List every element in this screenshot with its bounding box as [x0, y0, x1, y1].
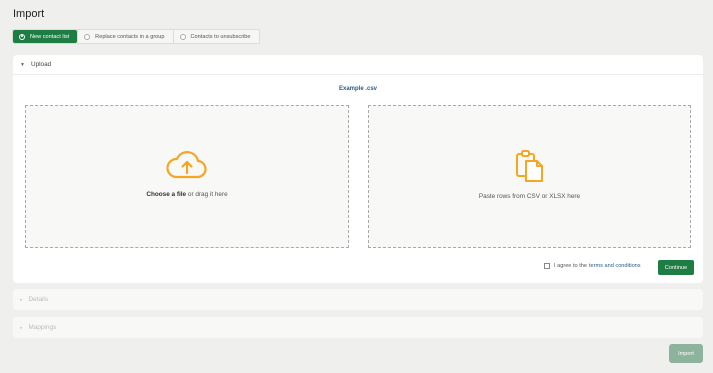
- tab-new-contact-list[interactable]: New contact list: [13, 30, 78, 43]
- agree-prefix: I agree to the: [554, 263, 587, 269]
- paste-drop-zone[interactable]: Paste rows from CSV or XLSX here: [368, 105, 691, 248]
- drag-hint: or drag it here: [186, 191, 228, 198]
- mappings-header-label: Mappings: [28, 324, 57, 331]
- cloud-upload-icon: [166, 151, 207, 179]
- caret-right-icon: ▸: [20, 324, 23, 331]
- tab-label: Replace contacts in a group: [95, 33, 165, 40]
- terms-link[interactable]: terms and conditions: [589, 263, 641, 269]
- import-button[interactable]: Import: [669, 344, 703, 363]
- details-panel-header[interactable]: ▸ Details: [13, 289, 703, 310]
- terms-agreement: I agree to the terms and conditions: [544, 263, 641, 269]
- upload-header-label: Upload: [30, 61, 52, 68]
- radio-icon: [84, 33, 91, 40]
- caret-down-icon: ▼: [20, 61, 25, 68]
- file-drop-zone[interactable]: Choose a file or drag it here: [25, 105, 349, 248]
- paste-drop-text: Paste rows from CSV or XLSX here: [478, 193, 581, 200]
- upload-panel-header[interactable]: ▼ Upload: [13, 55, 703, 75]
- tab-label: Contacts to unsubscribe: [190, 33, 251, 40]
- terms-checkbox[interactable]: [544, 263, 550, 269]
- example-csv-link[interactable]: Example .csv: [13, 86, 703, 92]
- page-title: Import: [13, 8, 45, 20]
- import-type-tabs: New contact list Replace contacts in a g…: [12, 29, 260, 44]
- tab-unsubscribe[interactable]: Contacts to unsubscribe: [172, 30, 259, 43]
- caret-right-icon: ▸: [20, 296, 23, 303]
- details-header-label: Details: [28, 296, 49, 303]
- upload-panel: ▼ Upload Example .csv Choose a file or d…: [13, 55, 703, 283]
- radio-selected-icon: [19, 33, 25, 40]
- tab-label: New contact list: [30, 33, 70, 40]
- continue-button[interactable]: Continue: [658, 260, 694, 275]
- tab-replace-contacts[interactable]: Replace contacts in a group: [77, 30, 172, 43]
- clipboard-icon: [515, 150, 543, 182]
- mappings-panel-header[interactable]: ▸ Mappings: [13, 317, 703, 338]
- radio-icon: [179, 33, 186, 40]
- choose-file-label[interactable]: Choose a file: [146, 191, 186, 198]
- file-drop-text: Choose a file or drag it here: [146, 191, 227, 198]
